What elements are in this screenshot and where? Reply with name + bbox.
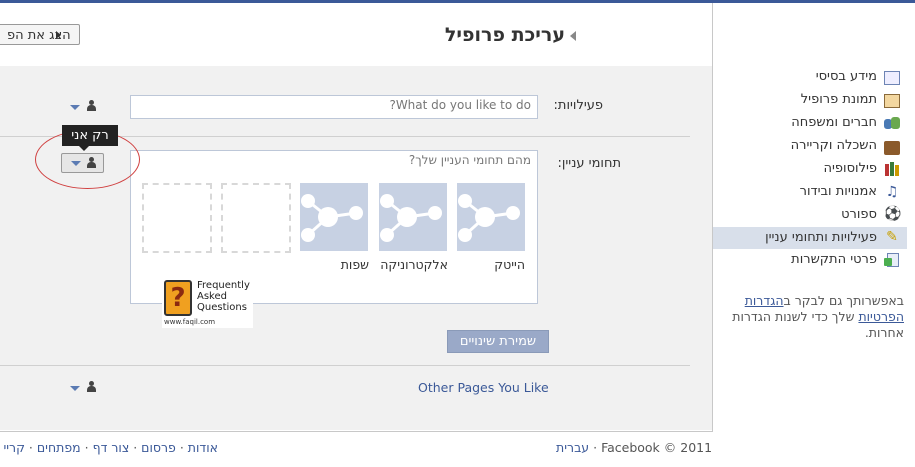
activities-label: פעילויות: bbox=[553, 98, 603, 113]
footer-links: אודות · פרסום · צור דף · מפתחים · קריי bbox=[3, 440, 218, 455]
sidebar-item-arts-entertainment[interactable]: אמנויות ובידור bbox=[800, 184, 877, 199]
person-icon bbox=[87, 100, 96, 111]
sidebar-item-sports[interactable]: ספורט bbox=[841, 207, 877, 222]
pencil-icon: ✎ bbox=[886, 229, 898, 245]
music-icon: ♫ bbox=[885, 184, 899, 200]
profile-picture-icon bbox=[884, 94, 900, 108]
interest-label-languages: שפות bbox=[340, 257, 369, 272]
interest-network-icon bbox=[301, 194, 363, 242]
interest-label-electronics: אלקטרוניקה bbox=[380, 257, 448, 272]
tooltip-pointer bbox=[79, 146, 89, 151]
interest-network-icon bbox=[380, 194, 442, 242]
sidebar-item-education-work[interactable]: השכלה וקריירה bbox=[791, 138, 877, 153]
save-changes-button[interactable]: שמירת שינויים bbox=[447, 330, 549, 353]
contact-icon bbox=[884, 253, 900, 267]
sidebar-item-contact-info[interactable]: פרטי התקשרות bbox=[791, 252, 877, 267]
view-profile-label: הצג את הפ bbox=[7, 28, 71, 43]
footer-link-careers[interactable]: קריי bbox=[3, 440, 25, 455]
title-arrow-icon bbox=[570, 31, 576, 41]
chevron-down-icon bbox=[70, 386, 80, 391]
question-mark-icon: ? bbox=[164, 280, 192, 316]
other-pages-privacy-selector[interactable] bbox=[70, 381, 98, 395]
faq-line-1: Frequently bbox=[197, 280, 250, 291]
interest-network-icon bbox=[458, 194, 520, 242]
chevron-down-icon bbox=[71, 161, 81, 166]
books-icon bbox=[884, 162, 900, 176]
faq-url: www.faqil.com bbox=[164, 318, 216, 326]
interests-placeholder: מהם תחומי העניין שלך? bbox=[408, 153, 531, 167]
privacy-settings-note: באפשרותך גם לבקר בהגדרות הפרטיות שלך כדי… bbox=[718, 293, 904, 341]
chevron-down-icon bbox=[70, 105, 80, 110]
soccer-ball-icon: ⚽ bbox=[884, 206, 902, 222]
person-icon bbox=[87, 381, 96, 392]
footer-link-developers[interactable]: מפתחים bbox=[37, 440, 81, 455]
activities-input[interactable]: What do you like to do? bbox=[130, 95, 538, 119]
interest-tile-electronics[interactable] bbox=[379, 183, 447, 251]
interest-tile-hitech[interactable] bbox=[457, 183, 525, 251]
arrow-left-icon bbox=[56, 31, 61, 39]
view-profile-button[interactable]: הצג את הפ bbox=[0, 24, 80, 45]
divider bbox=[0, 365, 690, 366]
sidebar-item-basic-info[interactable]: מידע בסיסי bbox=[816, 69, 877, 84]
interests-privacy-selector[interactable] bbox=[61, 153, 104, 173]
friends-family-icon bbox=[884, 117, 900, 131]
footer-left: עברית · Facebook © 2011 bbox=[556, 440, 713, 455]
faq-line-3: Questions bbox=[197, 302, 247, 313]
sidebar-item-profile-picture[interactable]: תמונת פרופיל bbox=[801, 92, 877, 107]
footer-link-create-page[interactable]: צור דף bbox=[93, 440, 130, 455]
activities-placeholder: What do you like to do? bbox=[389, 98, 531, 112]
interests-label: תחומי עניין: bbox=[557, 156, 621, 171]
other-pages-link[interactable]: Other Pages You Like bbox=[418, 380, 549, 395]
footer-link-about[interactable]: אודות bbox=[188, 440, 218, 455]
interest-tile-empty bbox=[221, 183, 291, 253]
interest-label-hitech: הייטק bbox=[494, 257, 525, 272]
page-title: עריכת פרופיל bbox=[444, 24, 565, 46]
note-text-start: באפשרותך גם לבקר ב bbox=[783, 293, 904, 308]
sidebar-item-friends-family[interactable]: חברים ומשפחה bbox=[791, 115, 877, 130]
faq-logo: ? Frequently Asked Questions www.faqil.c… bbox=[162, 277, 253, 328]
activities-privacy-selector[interactable] bbox=[70, 100, 98, 114]
briefcase-icon bbox=[884, 141, 900, 155]
id-card-icon bbox=[884, 71, 900, 85]
sidebar-item-philosophy[interactable]: פילוסופיה bbox=[824, 161, 877, 176]
person-icon bbox=[87, 157, 96, 168]
copyright: Facebook © 2011 bbox=[601, 440, 713, 455]
privacy-tooltip: רק אני bbox=[62, 125, 118, 146]
footer-link-advertising[interactable]: פרסום bbox=[141, 440, 176, 455]
interest-tile-empty bbox=[142, 183, 212, 253]
language-link[interactable]: עברית bbox=[556, 440, 589, 455]
interests-input[interactable]: מהם תחומי העניין שלך? bbox=[131, 151, 537, 173]
interest-tile-languages[interactable] bbox=[300, 183, 368, 251]
sidebar-item-activities-interests[interactable]: פעילויות ותחומי עניין bbox=[765, 230, 877, 245]
faq-line-2: Asked bbox=[197, 291, 227, 302]
